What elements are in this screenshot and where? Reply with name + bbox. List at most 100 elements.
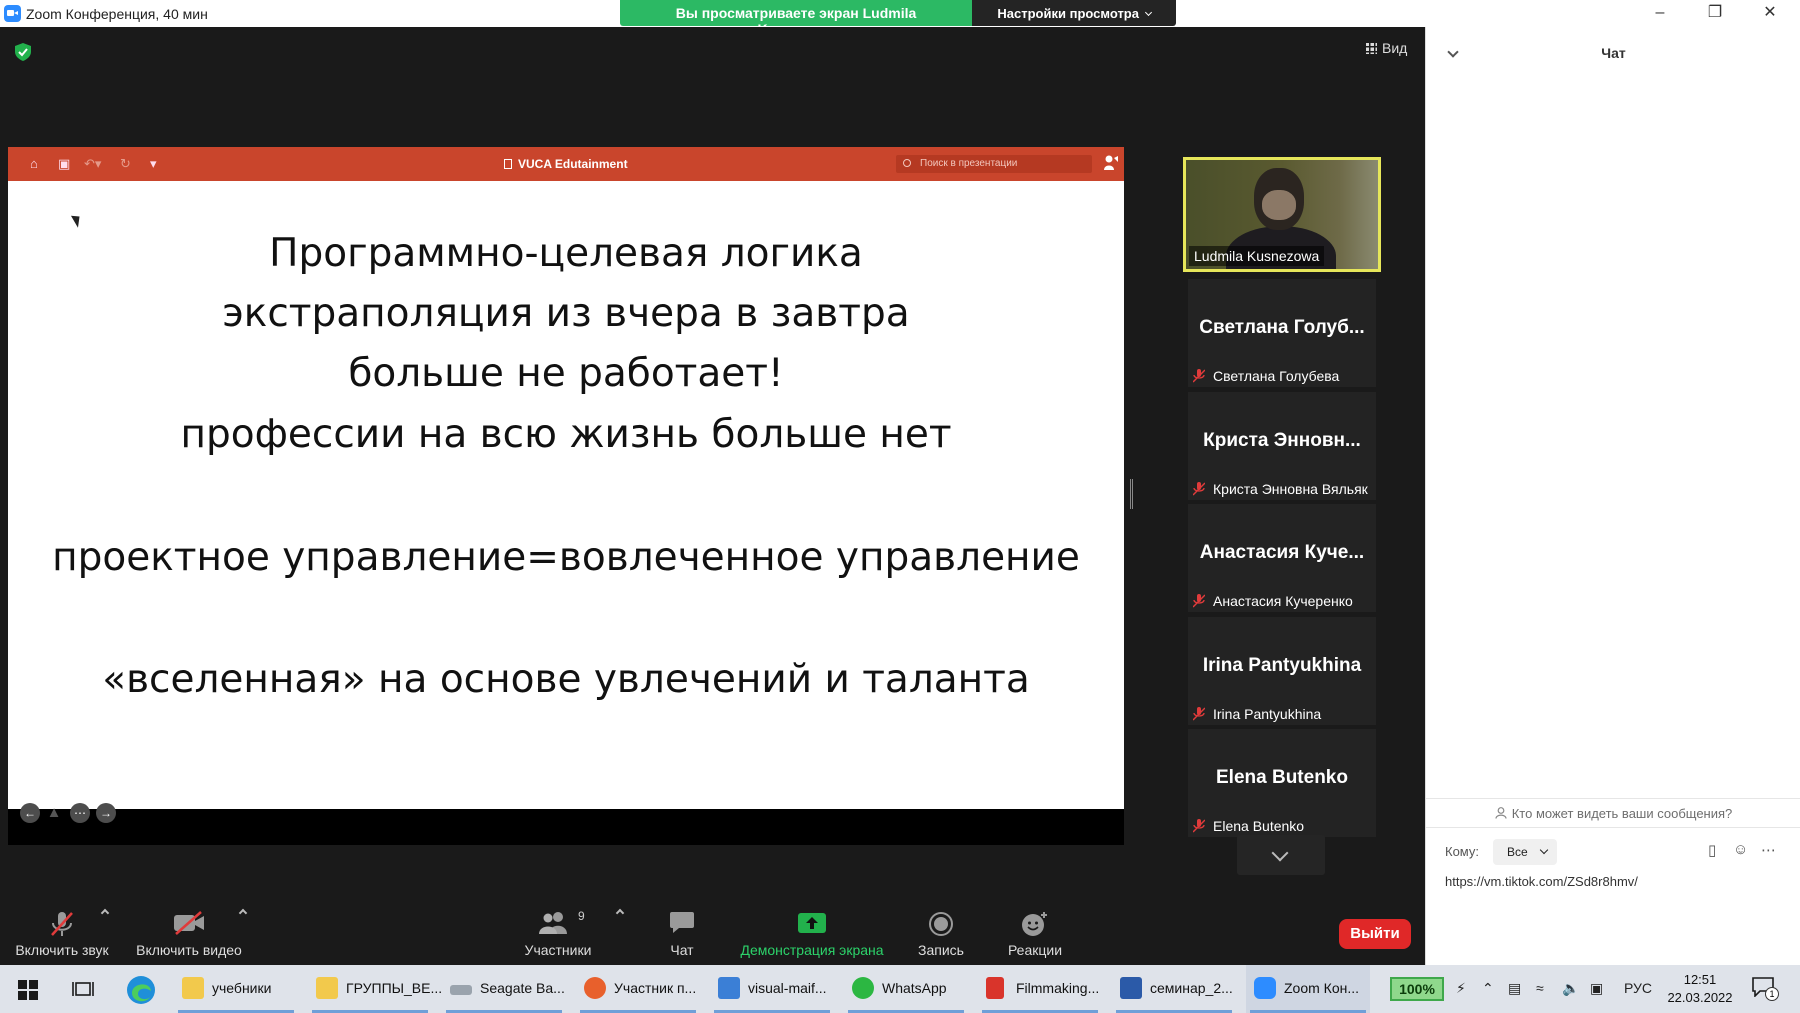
taskbar-app-textbooks[interactable]: учебники — [174, 965, 298, 1013]
taskbar-app-label: Seagate Ba... — [480, 980, 565, 996]
presentation-title: VUCA Edutainment — [504, 157, 628, 171]
taskbar-app-pdf[interactable]: Filmmaking... — [978, 965, 1102, 1013]
device-icon[interactable]: ▤ — [1508, 980, 1521, 997]
shield-icon[interactable] — [15, 43, 31, 61]
slide-line-3: больше не работает! — [348, 351, 784, 396]
participant-display-name: Irina Pantyukhina — [1202, 655, 1362, 676]
participant-name: Elena Butenko — [1213, 818, 1305, 834]
chat-visibility-link[interactable]: Кто может видеть ваши сообщения? — [1426, 798, 1800, 828]
battery-indicator[interactable]: 100% — [1390, 977, 1444, 1001]
gallery-scroll-down-button[interactable] — [1237, 835, 1325, 875]
slide-line-1: Программно-целевая логика — [269, 231, 863, 276]
next-slide-icon[interactable]: → — [96, 803, 116, 823]
wifi-icon[interactable]: ≈ — [1536, 980, 1544, 996]
windows-start-icon[interactable] — [18, 980, 38, 1000]
pdf-icon — [986, 977, 1004, 999]
previous-slide-icon[interactable]: ← — [20, 803, 40, 823]
view-settings-button[interactable]: Настройки просмотра — [972, 0, 1176, 26]
taskbar-app-groups-folder[interactable]: ГРУППЫ_ВЕ... — [308, 965, 442, 1013]
chat-label: Чат — [670, 942, 694, 958]
presentation-search-input[interactable]: Поиск в презентации — [896, 155, 1092, 173]
file-attach-icon[interactable]: ▯ — [1708, 841, 1716, 859]
panel-splitter-handle[interactable] — [1130, 479, 1133, 509]
reactions-button[interactable]: Реакции — [997, 887, 1073, 965]
window-title: Zoom Конференция, 40 мин — [26, 6, 208, 22]
share-screen-icon — [798, 913, 826, 933]
language-indicator[interactable]: РУС — [1624, 980, 1652, 996]
view-button[interactable]: Вид — [1366, 40, 1407, 56]
start-video-button[interactable]: Включить видео — [132, 887, 246, 965]
participant-tile[interactable]: Elena Butenko Elena Butenko — [1188, 729, 1376, 837]
smiley-plus-icon — [1022, 912, 1047, 936]
taskbar-app-word[interactable]: семинар_2... — [1112, 965, 1236, 1013]
participants-button[interactable]: 9 Участники — [516, 887, 600, 965]
participant-tile[interactable]: Анастасия Куче... Анастасия Кучеренко — [1188, 504, 1376, 612]
video-off-icon — [174, 911, 204, 935]
notification-count: 1 — [1765, 987, 1779, 1001]
muted-mic-icon — [1192, 594, 1206, 608]
taskbar-app-label: WhatsApp — [882, 980, 947, 996]
participants-icon — [539, 912, 567, 934]
task-view-icon[interactable] — [72, 980, 94, 998]
image-icon — [718, 977, 740, 999]
participant-name-label: Анастасия Кучеренко — [1192, 593, 1353, 609]
taskbar-app-seagate[interactable]: Seagate Ba... — [442, 965, 566, 1013]
show-hidden-icons-chevron-icon[interactable]: ⌃ — [1482, 980, 1494, 997]
taskbar-app-label: семинар_2... — [1150, 980, 1233, 996]
display-icon[interactable]: ▣ — [1590, 980, 1603, 997]
system-clock[interactable]: 12:51 22.03.2022 — [1665, 971, 1735, 1007]
chat-message-input[interactable]: https://vm.tiktok.com/ZSd8r8hmv/ — [1445, 874, 1785, 889]
taskbar-app-firefox[interactable]: Участник п... — [576, 965, 700, 1013]
minimize-button[interactable]: – — [1645, 3, 1675, 23]
main-video-area: Вид ⌂ ▣ ↶▾ ↻ ▾ VUCA Edutainment Поиск в … — [0, 27, 1425, 965]
record-button[interactable]: Запись — [905, 887, 977, 965]
leave-meeting-button[interactable]: Выйти — [1339, 919, 1411, 949]
muted-mic-icon — [1192, 819, 1206, 833]
taskbar-app-image-viewer[interactable]: visual-maif... — [710, 965, 834, 1013]
customize-icon[interactable]: ▾ — [150, 156, 157, 172]
more-options-icon[interactable]: ⋯ — [70, 803, 90, 823]
folder-icon — [182, 977, 204, 999]
muted-mic-icon — [1192, 482, 1206, 496]
power-plug-icon[interactable]: ⚡ — [1456, 980, 1466, 997]
share-person-icon[interactable] — [1104, 155, 1118, 171]
participants-label: Участники — [524, 942, 592, 958]
share-screen-button[interactable]: Демонстрация экрана — [732, 887, 892, 965]
chat-recipient-select[interactable]: Все — [1493, 839, 1557, 865]
more-options-icon[interactable]: ⋯ — [1761, 841, 1776, 859]
participant-tile[interactable]: Irina Pantyukhina Irina Pantyukhina — [1188, 617, 1376, 725]
presentation-toolbar: ⌂ ▣ ↶▾ ↻ ▾ VUCA Edutainment Поиск в през… — [8, 147, 1124, 181]
chevron-down-icon — [1144, 8, 1152, 17]
edge-browser-icon[interactable] — [126, 975, 156, 1005]
home-icon[interactable]: ⌂ — [30, 156, 38, 171]
emoji-icon[interactable]: ☺ — [1733, 841, 1748, 858]
participant-display-name: Криста Энновн... — [1203, 430, 1361, 451]
taskbar-app-whatsapp[interactable]: WhatsApp — [844, 965, 968, 1013]
volume-icon[interactable]: 🔈 — [1562, 980, 1579, 997]
save-icon[interactable]: ▣ — [58, 156, 70, 172]
taskbar-app-label: Участник п... — [614, 980, 697, 996]
participant-name-label: Светлана Голубева — [1192, 368, 1339, 384]
restore-button[interactable]: ❐ — [1700, 3, 1730, 23]
pen-tool-icon[interactable]: ▲ — [44, 803, 64, 823]
participant-tile[interactable]: Криста Энновн... Криста Энновна Вяльяк — [1188, 392, 1376, 500]
shared-screen: ⌂ ▣ ↶▾ ↻ ▾ VUCA Edutainment Поиск в през… — [8, 147, 1124, 845]
chat-panel: Чат Кто может видеть ваши сообщения? Ком… — [1425, 27, 1800, 965]
active-speaker-tile[interactable]: Ludmila Kusnezowa — [1183, 157, 1381, 272]
folder-icon — [316, 977, 338, 999]
participant-name-label: Криста Энновна Вяльяк — [1192, 481, 1368, 497]
close-button[interactable]: ✕ — [1755, 3, 1785, 23]
record-label: Запись — [918, 942, 964, 958]
redo-icon[interactable]: ↻ — [120, 156, 131, 172]
chat-button[interactable]: Чат — [652, 887, 712, 965]
person-icon — [1495, 807, 1507, 819]
notifications-button[interactable]: 1 — [1752, 977, 1779, 1001]
participants-options-caret-icon[interactable] — [615, 908, 625, 918]
participant-name-label: Irina Pantyukhina — [1192, 706, 1321, 722]
taskbar-app-zoom[interactable]: Zoom Кон... — [1246, 965, 1370, 1013]
unmute-button[interactable]: Включить звук — [8, 887, 116, 965]
participants-count: 9 — [578, 909, 585, 923]
participant-tile[interactable]: Светлана Голуб... Светлана Голубева — [1188, 279, 1376, 387]
undo-icon[interactable]: ↶▾ — [84, 156, 101, 172]
participant-name-label: Elena Butenko — [1192, 818, 1305, 834]
